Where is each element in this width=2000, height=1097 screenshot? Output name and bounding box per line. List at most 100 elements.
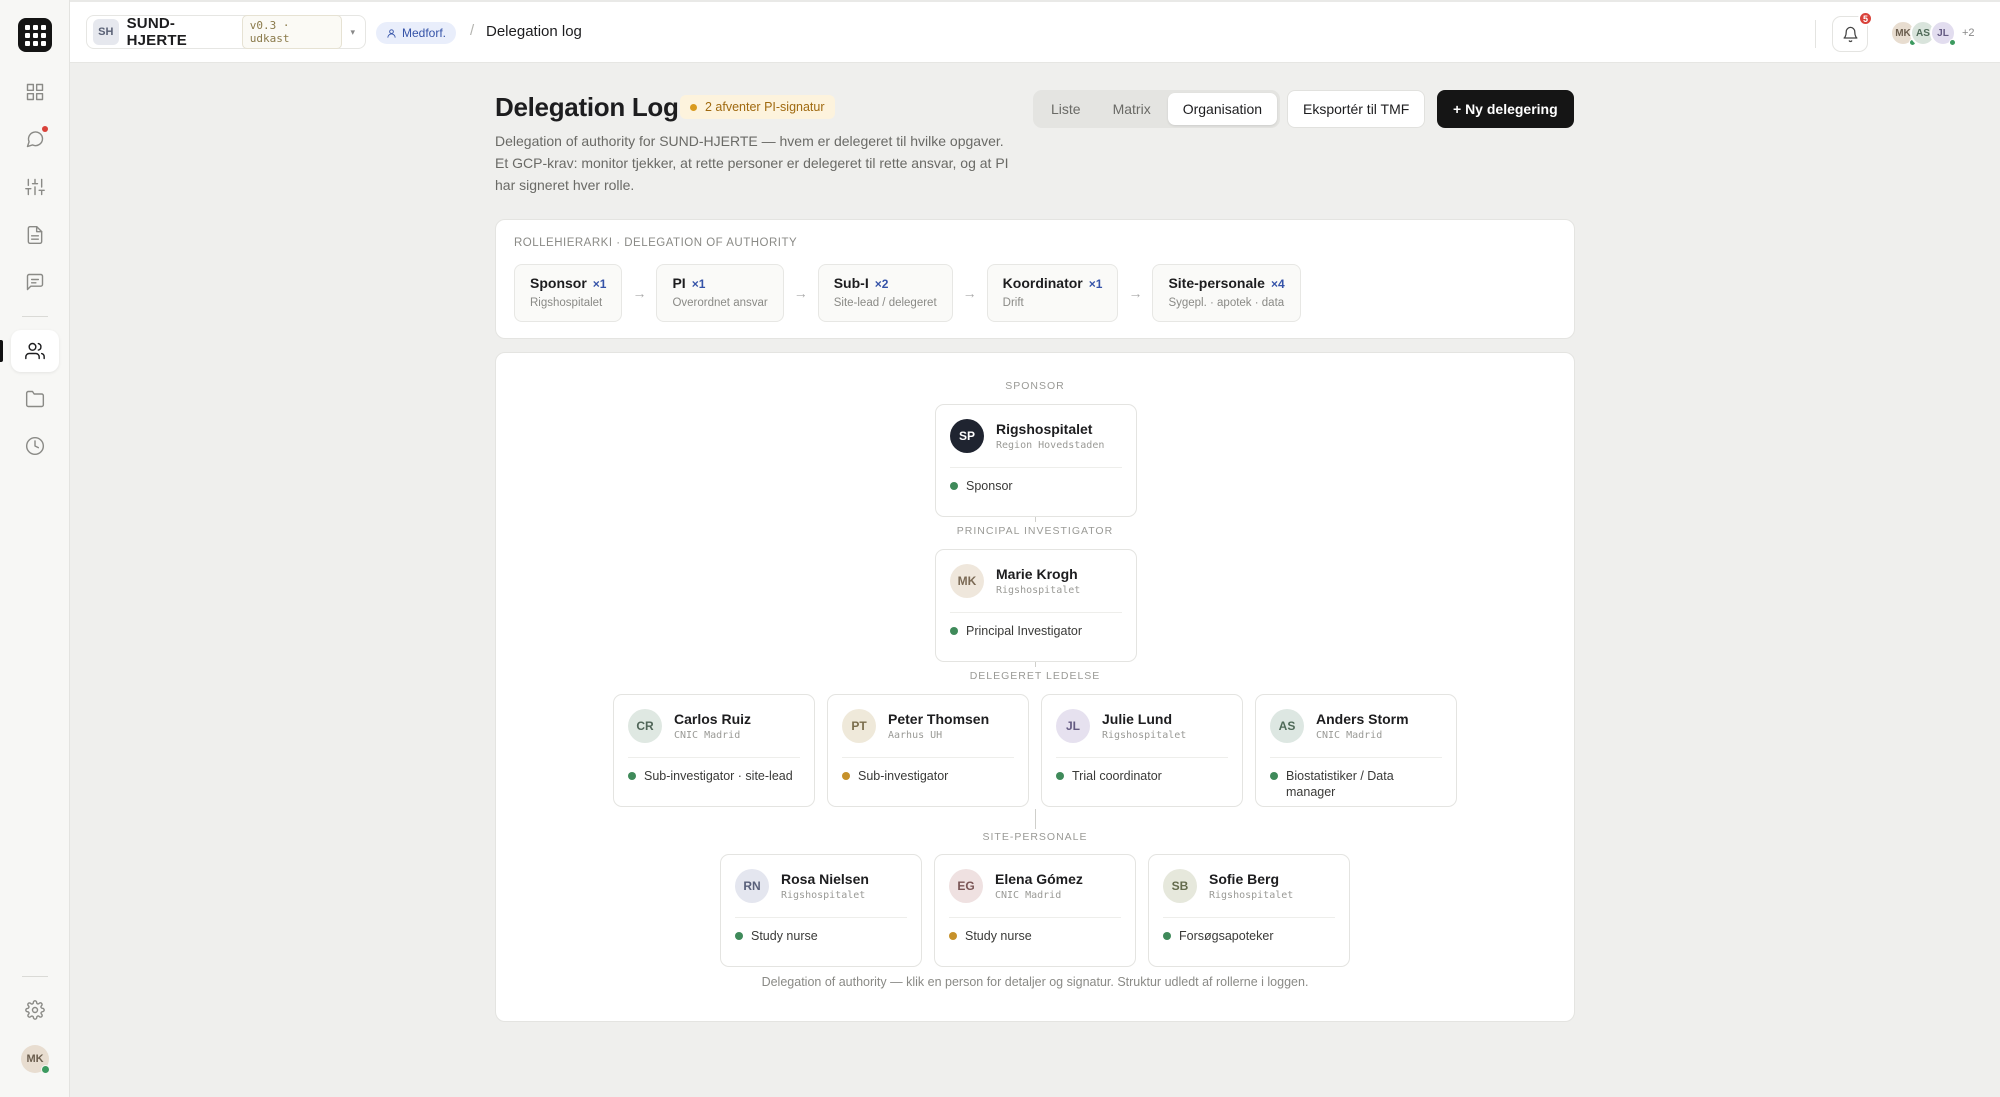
role-chip[interactable]: Medforf.	[376, 22, 457, 44]
message-square-icon[interactable]	[16, 263, 54, 301]
connector-line	[1035, 809, 1036, 829]
person-info: Peter Thomsen Aarhus UH	[888, 711, 989, 741]
person-name: Sofie Berg	[1209, 871, 1280, 887]
person-avatar: EG	[949, 869, 983, 903]
user-icon	[387, 28, 396, 38]
level-label-staff: Site-personale	[982, 831, 1088, 843]
person-info: Julie Lund Rigshospitalet	[1102, 711, 1186, 741]
hierarchy-role[interactable]: Sponsor ×1 Rigshospitalet	[514, 264, 623, 322]
hierarchy-role[interactable]: PI ×1 Overordnet ansvar	[656, 264, 784, 322]
project-switcher[interactable]: SH SUND-HJERTE v0.3 · udkast ▾	[86, 15, 366, 49]
arrow-right-icon: →	[632, 285, 647, 301]
project-name: SUND-HJERTE	[126, 15, 187, 49]
status-dot	[1163, 932, 1171, 940]
person-card[interactable]: RN Rosa Nielsen Rigshospitalet Study nurse	[720, 854, 922, 967]
export-tmf-button[interactable]: Eksportér til TMF	[1287, 90, 1426, 128]
card-divider	[1270, 757, 1442, 758]
person-card[interactable]: AS Anders Storm CNIC Madrid Biostatistiker …	[1255, 694, 1457, 807]
tab-matrix[interactable]: Matrix	[1098, 93, 1166, 125]
person-name: Carlos Ruiz	[674, 711, 752, 727]
person-role: Study nurse	[735, 928, 907, 944]
person-info: Anders Storm CNIC Madrid	[1316, 711, 1409, 741]
person-header: MK Marie Krogh Rigshospitalet	[950, 564, 1080, 598]
person-role: Principal Investigator	[950, 623, 1122, 639]
person-avatar: MK	[950, 564, 984, 598]
dashboard-icon[interactable]	[16, 73, 54, 111]
person-org: Aarhus UH	[888, 730, 943, 741]
person-card[interactable]: JL Julie Lund Rigshospitalet Trial coordina…	[1041, 694, 1243, 807]
person-header: RN Rosa Nielsen Rigshospitalet	[735, 869, 869, 903]
person-role: Trial coordinator	[1056, 768, 1228, 784]
person-name: Rigshospitalet	[996, 421, 1093, 437]
status-dot	[949, 932, 957, 940]
notifications-button[interactable]: 5	[1832, 11, 1873, 52]
person-role: Sub-investigator	[842, 768, 1014, 784]
bell-icon	[1842, 26, 1858, 42]
project-badge: SH	[93, 19, 119, 45]
role-count: ×1	[592, 277, 607, 291]
person-role: Sponsor	[950, 478, 1122, 494]
tab-organisation[interactable]: Organisation	[1167, 93, 1278, 125]
role-chip-label: Medforf.	[402, 26, 447, 40]
clock-icon[interactable]	[16, 427, 54, 465]
hierarchy-role[interactable]: Koordinator ×1 Drift	[986, 264, 1119, 322]
new-delegation-button[interactable]: + Ny delegering	[1437, 90, 1574, 128]
person-card[interactable]: EG Elena Gómez CNIC Madrid Study nurse	[934, 854, 1136, 967]
role-label: Study nurse	[751, 929, 818, 943]
person-avatar: JL	[1056, 709, 1090, 743]
role-sub: Overordnet ansvar	[672, 297, 768, 309]
role-sub: Rigshospitalet	[530, 297, 603, 309]
person-card[interactable]: CR Carlos Ruiz CNIC Madrid Sub-investigator…	[613, 694, 815, 807]
person-card[interactable]: SB Sofie Berg Rigshospitalet Forsøgsapoteke…	[1148, 854, 1350, 967]
project-version: v0.3 · udkast	[241, 15, 343, 49]
hierarchy-role[interactable]: Site-personale ×4 Sygepl. · apotek · data	[1152, 264, 1301, 322]
status-dot	[690, 103, 697, 111]
active-indicator	[0, 340, 3, 362]
users-icon[interactable]	[11, 330, 59, 372]
person-avatar: SP	[950, 419, 984, 453]
role-sub: Drift	[1002, 297, 1024, 309]
more-collaborators[interactable]: +2	[1962, 27, 1975, 39]
role-name: Sponsor ×1	[530, 275, 607, 291]
status-dot	[1056, 772, 1064, 780]
arrow-right-icon: →	[962, 285, 977, 301]
pending-label: 2 afventer PI-signatur	[705, 100, 825, 114]
person-card[interactable]: SP Rigshospitalet Region Hovedstaden Sponso…	[935, 404, 1137, 517]
collaborator-avatar[interactable]: JL	[1930, 20, 1956, 46]
level-label-leads: Delegeret ledelse	[969, 670, 1101, 682]
person-name: Marie Krogh	[996, 566, 1078, 582]
document-icon[interactable]	[16, 216, 54, 254]
chat-icon[interactable]	[16, 120, 54, 158]
person-role: Sub-investigator · site-lead	[628, 768, 800, 784]
role-label: Study nurse	[965, 929, 1032, 943]
person-org: Rigshospitalet	[1209, 890, 1294, 901]
collaborator-avatars[interactable]: MK AS JL +2	[1890, 20, 1975, 46]
person-info: Rigshospitalet Region Hovedstaden	[996, 421, 1104, 451]
sliders-icon[interactable]	[16, 168, 54, 206]
person-info: Rosa Nielsen Rigshospitalet	[781, 871, 869, 901]
hierarchy-row: Sponsor ×1 Rigshospitalet → PI ×1 Overordnet a…	[514, 264, 1301, 322]
person-header: PT Peter Thomsen Aarhus UH	[842, 709, 989, 743]
folder-icon[interactable]	[16, 380, 54, 418]
person-name: Elena Gómez	[995, 871, 1083, 887]
pending-signature-badge[interactable]: 2 afventer PI-signatur	[680, 95, 835, 119]
level-label-pi: Principal investigator	[956, 525, 1114, 537]
role-name: Koordinator ×1	[1002, 275, 1103, 291]
person-card[interactable]: MK Marie Krogh Rigshospitalet Principal Inv…	[935, 549, 1137, 662]
person-org: Rigshospitalet	[996, 585, 1081, 596]
person-card[interactable]: PT Peter Thomsen Aarhus UH Sub-investigator	[827, 694, 1029, 807]
role-label: Sponsor	[966, 479, 1013, 493]
hierarchy-role[interactable]: Sub-I ×2 Site-lead / delegeret	[817, 264, 953, 322]
settings-gear-icon[interactable]	[16, 991, 54, 1029]
unread-dot	[42, 126, 48, 132]
notification-count: 5	[1858, 11, 1873, 26]
user-avatar[interactable]: MK	[21, 1045, 50, 1074]
card-divider	[950, 612, 1122, 613]
tab-liste[interactable]: Liste	[1036, 93, 1096, 125]
person-org: CNIC Madrid	[1316, 730, 1383, 741]
role-name: PI ×1	[672, 275, 706, 291]
person-avatar: CR	[628, 709, 662, 743]
person-info: Elena Gómez CNIC Madrid	[995, 871, 1083, 901]
app-grid-logo-icon[interactable]	[18, 18, 52, 52]
person-org: Rigshospitalet	[781, 890, 866, 901]
